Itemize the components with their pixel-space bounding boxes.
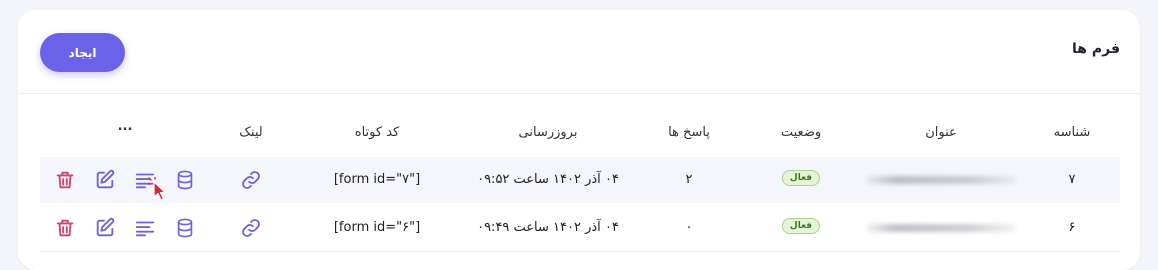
- link-icon[interactable]: [240, 169, 262, 191]
- column-header-status[interactable]: وضعیت: [781, 125, 821, 140]
- column-header-id[interactable]: شناسه: [1054, 125, 1091, 140]
- row-updated: ۰۴ آذر ۱۴۰۲ ساعت ۰۹:۴۹: [477, 220, 619, 235]
- table-row: ۷ فعال ۲ ۰۴ آذر ۱۴۰۲ ساعت ۰۹:۵۲ [form id…: [40, 157, 1120, 203]
- table-row: ۶ فعال ۰ ۰۴ آذر ۱۴۰۲ ساعت ۰۹:۴۹ [form id…: [40, 205, 1120, 251]
- page-title: فرم ها: [1072, 41, 1120, 57]
- row-updated: ۰۴ آذر ۱۴۰۲ ساعت ۰۹:۵۲: [477, 172, 619, 187]
- column-header-updated[interactable]: بروزرسانی: [519, 125, 578, 140]
- mouse-cursor-icon: [147, 176, 170, 203]
- row-shortcode[interactable]: [form id="۶"]: [334, 220, 420, 235]
- link-icon[interactable]: [240, 217, 262, 239]
- row-divider: [40, 251, 1120, 252]
- status-badge: فعال: [781, 170, 821, 186]
- edit-icon[interactable]: [94, 169, 116, 191]
- database-icon[interactable]: [174, 169, 196, 191]
- edit-icon[interactable]: [94, 217, 116, 239]
- more-options-icon[interactable]: ...: [118, 119, 133, 134]
- row-shortcode[interactable]: [form id="۷"]: [334, 172, 420, 187]
- database-icon[interactable]: [174, 217, 196, 239]
- row-title-redacted[interactable]: [866, 224, 1016, 232]
- column-header-title[interactable]: عنوان: [925, 125, 957, 140]
- column-header-responses[interactable]: پاسخ ها: [668, 125, 710, 140]
- row-id: ۶: [1068, 220, 1076, 235]
- column-header-link: لینک: [239, 125, 263, 140]
- column-header-shortcode: کد کوتاه: [354, 125, 400, 140]
- table-header: شناسه عنوان وضعیت پاسخ ها بروزرسانی کد ک…: [0, 117, 1158, 147]
- create-button[interactable]: ایجاد: [40, 33, 125, 72]
- list-lines-icon[interactable]: [134, 217, 156, 239]
- row-title-redacted[interactable]: [866, 176, 1016, 184]
- row-responses: ۲: [685, 172, 693, 187]
- card-header: فرم ها ایجاد: [18, 10, 1140, 94]
- status-badge: فعال: [781, 218, 821, 234]
- row-id: ۷: [1068, 172, 1076, 187]
- row-responses: ۰: [685, 220, 693, 235]
- trash-icon[interactable]: [54, 217, 76, 239]
- trash-icon[interactable]: [54, 169, 76, 191]
